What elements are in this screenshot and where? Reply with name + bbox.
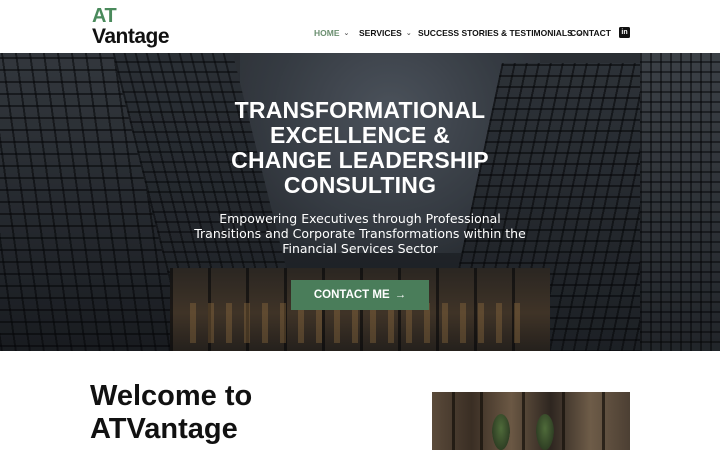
logo-vantage: Vantage [92,25,170,48]
hero-subtitle-line: Financial Services Sector [282,241,438,256]
photo-detail [452,392,455,450]
logo-at: AT [92,5,117,27]
hero-subtitle: Empowering Executives through Profession… [180,211,540,256]
photo-detail [480,392,483,450]
nav-item-label: HOME [314,28,340,38]
contact-me-button[interactable]: CONTACT ME → [291,280,429,310]
nav-item-label: SERVICES [359,28,402,38]
hero-title-line: CHANGE LEADERSHIP [231,147,489,173]
photo-plant [536,414,554,450]
photo-plant [492,414,510,450]
hero-title-line: TRANSFORMATIONAL [234,97,486,123]
photo-detail [602,392,605,450]
nav-item-services[interactable]: SERVICES ⌄ [359,28,412,38]
hero-title-line: EXCELLENCE & [269,122,451,148]
contact-me-label: CONTACT ME [313,289,390,301]
hero-title: TRANSFORMATIONAL EXCELLENCE & CHANGE LEA… [160,98,560,198]
arrow-right-icon: → [394,289,407,301]
nav-item-home[interactable]: HOME ⌄ [314,28,349,38]
chevron-down-icon: ⌄ [405,30,412,37]
hero-title-line: CONSULTING [283,172,437,198]
nav-item-contact[interactable]: CONTACT [570,28,611,38]
nav-item-success-stories[interactable]: SUCCESS STORIES & TESTIMONIALS ⌄ [418,28,583,38]
office-photo [432,392,630,450]
linkedin-icon[interactable]: in [619,27,630,38]
nav-item-label: CONTACT [570,28,611,38]
site-header: AT Vantage HOME ⌄ SERVICES ⌄ SUCCESS STO… [0,0,720,53]
chevron-down-icon: ⌄ [343,30,350,37]
hero-section: TRANSFORMATIONAL EXCELLENCE & CHANGE LEA… [0,53,720,351]
welcome-heading: Welcome to ATVantage [90,380,350,446]
hero-subtitle-line: Transitions and Corporate Transformation… [194,226,526,241]
site-logo[interactable]: AT Vantage [92,4,187,48]
welcome-line: ATVantage [90,413,238,445]
photo-detail [562,392,565,450]
welcome-line: Welcome to [90,380,253,412]
hero-subtitle-line: Empowering Executives through Profession… [219,211,501,226]
photo-detail [522,392,525,450]
nav-item-label: SUCCESS STORIES & TESTIMONIALS [418,28,573,38]
